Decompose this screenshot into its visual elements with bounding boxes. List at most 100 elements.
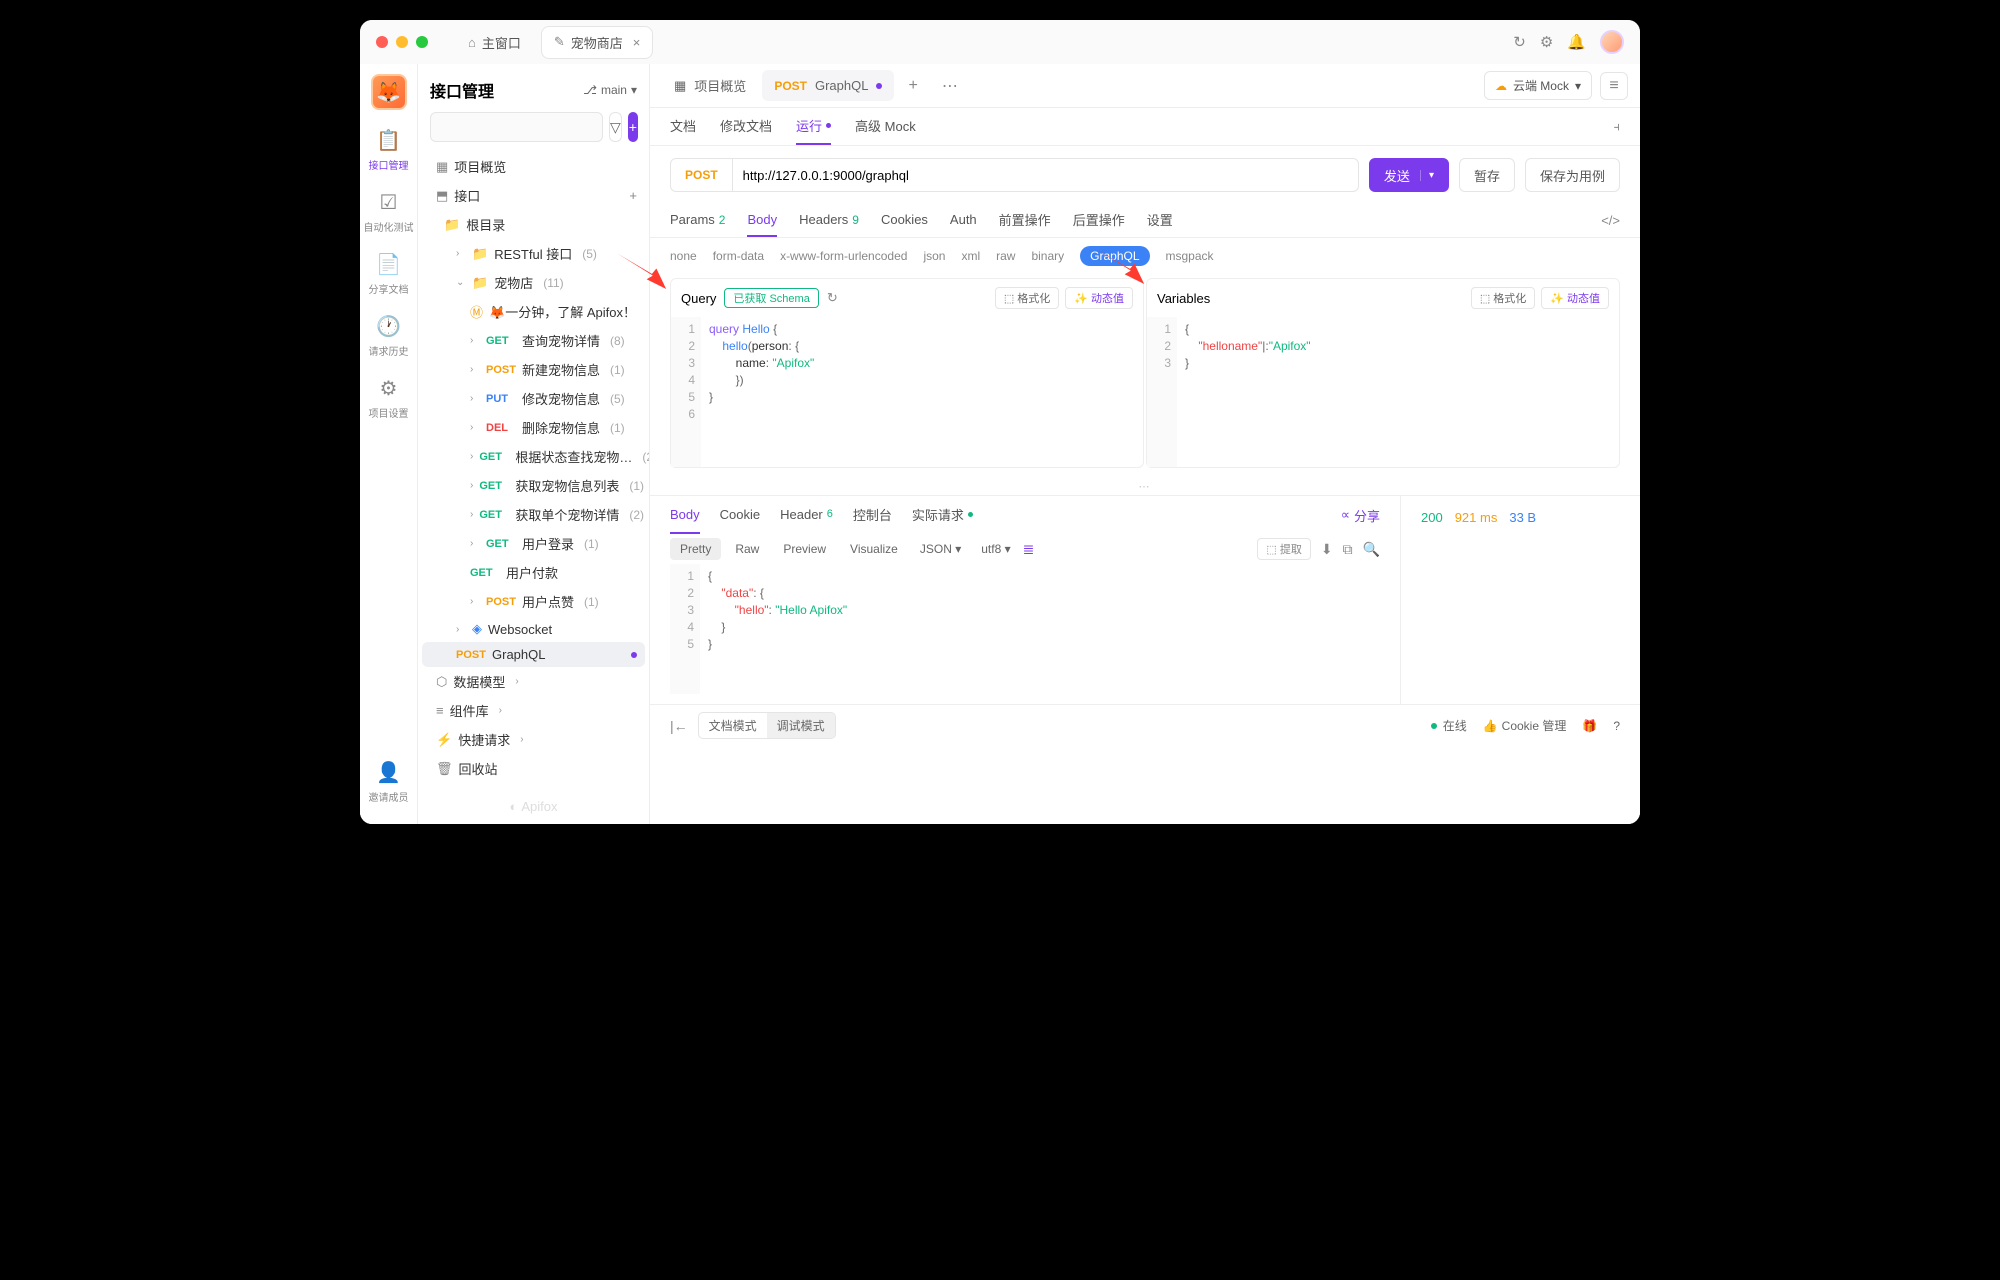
tree-api-item[interactable]: ›GET用户登录(1) [422,529,645,558]
share-response-button[interactable]: ∝分享 [1341,506,1380,525]
stash-button[interactable]: 暂存 [1459,158,1515,192]
tree-api-item[interactable]: ›POST用户点赞(1) [422,587,645,616]
tree-api-item[interactable]: ›GET获取单个宠物详情(2) [422,500,645,529]
resptab-actual[interactable]: 实际请求 [912,496,973,534]
response-body-viewer[interactable]: 12345 { "data": { "hello": "Hello Apifox… [650,564,1400,704]
resptab-body[interactable]: Body [670,496,700,534]
download-icon[interactable]: ⬇ [1321,541,1333,558]
dynamic-value-button[interactable]: ✨动态值 [1065,287,1133,309]
plus-icon[interactable]: + [629,188,637,203]
tab-overview[interactable]: ▦项目概览 [662,68,758,103]
view-pretty[interactable]: Pretty [670,538,721,560]
gift-icon[interactable]: 🎁 [1582,719,1597,733]
reqtab-params[interactable]: Params2 [670,204,725,237]
tree-overview[interactable]: ▦项目概览 [422,152,645,181]
settings-icon[interactable]: ⚙ [1540,33,1553,51]
reqtab-auth[interactable]: Auth [950,204,977,237]
tree-api-item[interactable]: ›GET根据状态查找宠物…(2) [422,442,645,471]
minimize-window-icon[interactable] [396,36,408,48]
reqtab-pre[interactable]: 前置操作 [999,204,1051,237]
doc-mode-button[interactable]: 文档模式 [699,713,767,738]
reqtab-post[interactable]: 后置操作 [1073,204,1125,237]
tree-root-folder[interactable]: 📁根目录 [422,210,645,239]
tree-api-item[interactable]: ›DEL删除宠物信息(1) [422,413,645,442]
tree-websocket[interactable]: ›◈Websocket [422,616,645,642]
subtab-edit[interactable]: 修改文档 [720,108,772,145]
refresh-schema-icon[interactable]: ↻ [827,290,838,306]
close-window-icon[interactable] [376,36,388,48]
reqtab-settings[interactable]: 设置 [1147,204,1173,237]
tree-trash[interactable]: 🗑回收站 [422,754,645,783]
tree-quick-request[interactable]: ⚡快捷请求› [422,725,645,754]
subtab-mock[interactable]: 高级 Mock [855,108,916,145]
tree-api-item[interactable]: ›PUT修改宠物信息(5) [422,384,645,413]
refresh-icon[interactable]: ↻ [1513,33,1526,51]
tab-more-button[interactable]: ⋯ [932,70,968,102]
body-type-xml[interactable]: xml [961,249,980,263]
nav-invite[interactable]: 👤邀请成员 [369,760,409,804]
resize-handle[interactable]: ⋯ [650,478,1640,495]
body-type-json[interactable]: json [923,249,945,263]
save-as-case-button[interactable]: 保存为用例 [1525,158,1620,192]
maximize-window-icon[interactable] [416,36,428,48]
window-tab-petstore[interactable]: ✎ 宠物商店 × [541,26,654,59]
tree-petstore-folder[interactable]: ⌄📁宠物店(11) [422,268,645,297]
format-button[interactable]: ⬚格式化 [995,287,1059,309]
url-input[interactable] [733,168,1358,183]
view-visualize[interactable]: Visualize [840,538,908,560]
debug-mode-button[interactable]: 调试模式 [767,713,835,738]
variables-code-editor[interactable]: 123 { "helloname"|:"Apifox" } [1147,317,1619,467]
format-selector[interactable]: JSON ▾ [912,538,969,560]
nav-history[interactable]: 🕐请求历史 [369,314,409,358]
body-type-formdata[interactable]: form-data [713,249,764,263]
nav-auto-test[interactable]: ☑自动化测试 [364,190,414,234]
close-tab-icon[interactable]: × [633,35,641,50]
code-gen-icon[interactable]: </> [1601,213,1620,228]
tree-api-item[interactable]: GET用户付款 [422,558,645,587]
query-code-editor[interactable]: 123456 query Hello { hello(person: { nam… [671,317,1143,467]
help-icon[interactable]: ? [1613,719,1620,733]
tree-api-root[interactable]: ⬒接口 + [422,181,645,210]
layout-toggle-icon[interactable]: ⫞ [1614,119,1621,135]
wrap-toggle-icon[interactable]: ≣ [1023,541,1035,558]
view-preview[interactable]: Preview [773,538,836,560]
body-type-binary[interactable]: binary [1031,249,1064,263]
tree-api-item[interactable]: ›POST新建宠物信息(1) [422,355,645,384]
reqtab-cookies[interactable]: Cookies [881,204,928,237]
tree-api-item[interactable]: ›GET获取宠物信息列表(1) [422,471,645,500]
tree-components[interactable]: ≡组件库› [422,696,645,725]
new-tab-button[interactable]: + [898,71,927,101]
chevron-down-icon[interactable]: ▾ [1420,170,1434,181]
subtab-run[interactable]: 运行 [796,108,831,145]
tree-api-item[interactable]: ›GET查询宠物详情(8) [422,326,645,355]
resptab-console[interactable]: 控制台 [853,496,892,534]
body-type-raw[interactable]: raw [996,249,1015,263]
sidebar-search-input[interactable] [430,112,603,142]
tree-restful-folder[interactable]: ›📁RESTful 接口(5) [422,239,645,268]
body-type-none[interactable]: none [670,249,697,263]
subtab-doc[interactable]: 文档 [670,108,696,145]
tree-graphql[interactable]: POSTGraphQL [422,642,645,667]
reqtab-headers[interactable]: Headers9 [799,204,859,237]
resptab-header[interactable]: Header6 [780,496,833,534]
nav-api-management[interactable]: 📋接口管理 [369,128,409,172]
format-button[interactable]: ⬚格式化 [1471,287,1535,309]
resptab-cookie[interactable]: Cookie [720,496,760,534]
window-tab-main[interactable]: ⌂ 主窗口 [456,27,533,58]
reqtab-body[interactable]: Body [747,204,777,237]
user-avatar[interactable] [1600,30,1624,54]
nav-settings[interactable]: ⚙项目设置 [369,376,409,420]
body-type-graphql[interactable]: GraphQL [1080,246,1149,266]
tree-intro-doc[interactable]: Ⓜ🦊一分钟，了解 Apifox！ [422,297,645,326]
view-raw[interactable]: Raw [725,538,769,560]
send-button[interactable]: 发送▾ [1369,158,1449,192]
filter-button[interactable]: ▽ [609,112,622,142]
cookie-mgmt-button[interactable]: 👍Cookie 管理 [1483,717,1567,734]
encoding-selector[interactable]: utf8 ▾ [973,538,1018,560]
tree-data-model[interactable]: ⬡数据模型› [422,667,645,696]
copy-icon[interactable]: ⧉ [1343,541,1353,558]
extract-button[interactable]: ⬚提取 [1257,538,1310,560]
collapse-icon[interactable]: |← [670,718,688,734]
tab-graphql[interactable]: POSTGraphQL [762,70,894,101]
search-icon[interactable]: 🔍 [1363,541,1380,558]
